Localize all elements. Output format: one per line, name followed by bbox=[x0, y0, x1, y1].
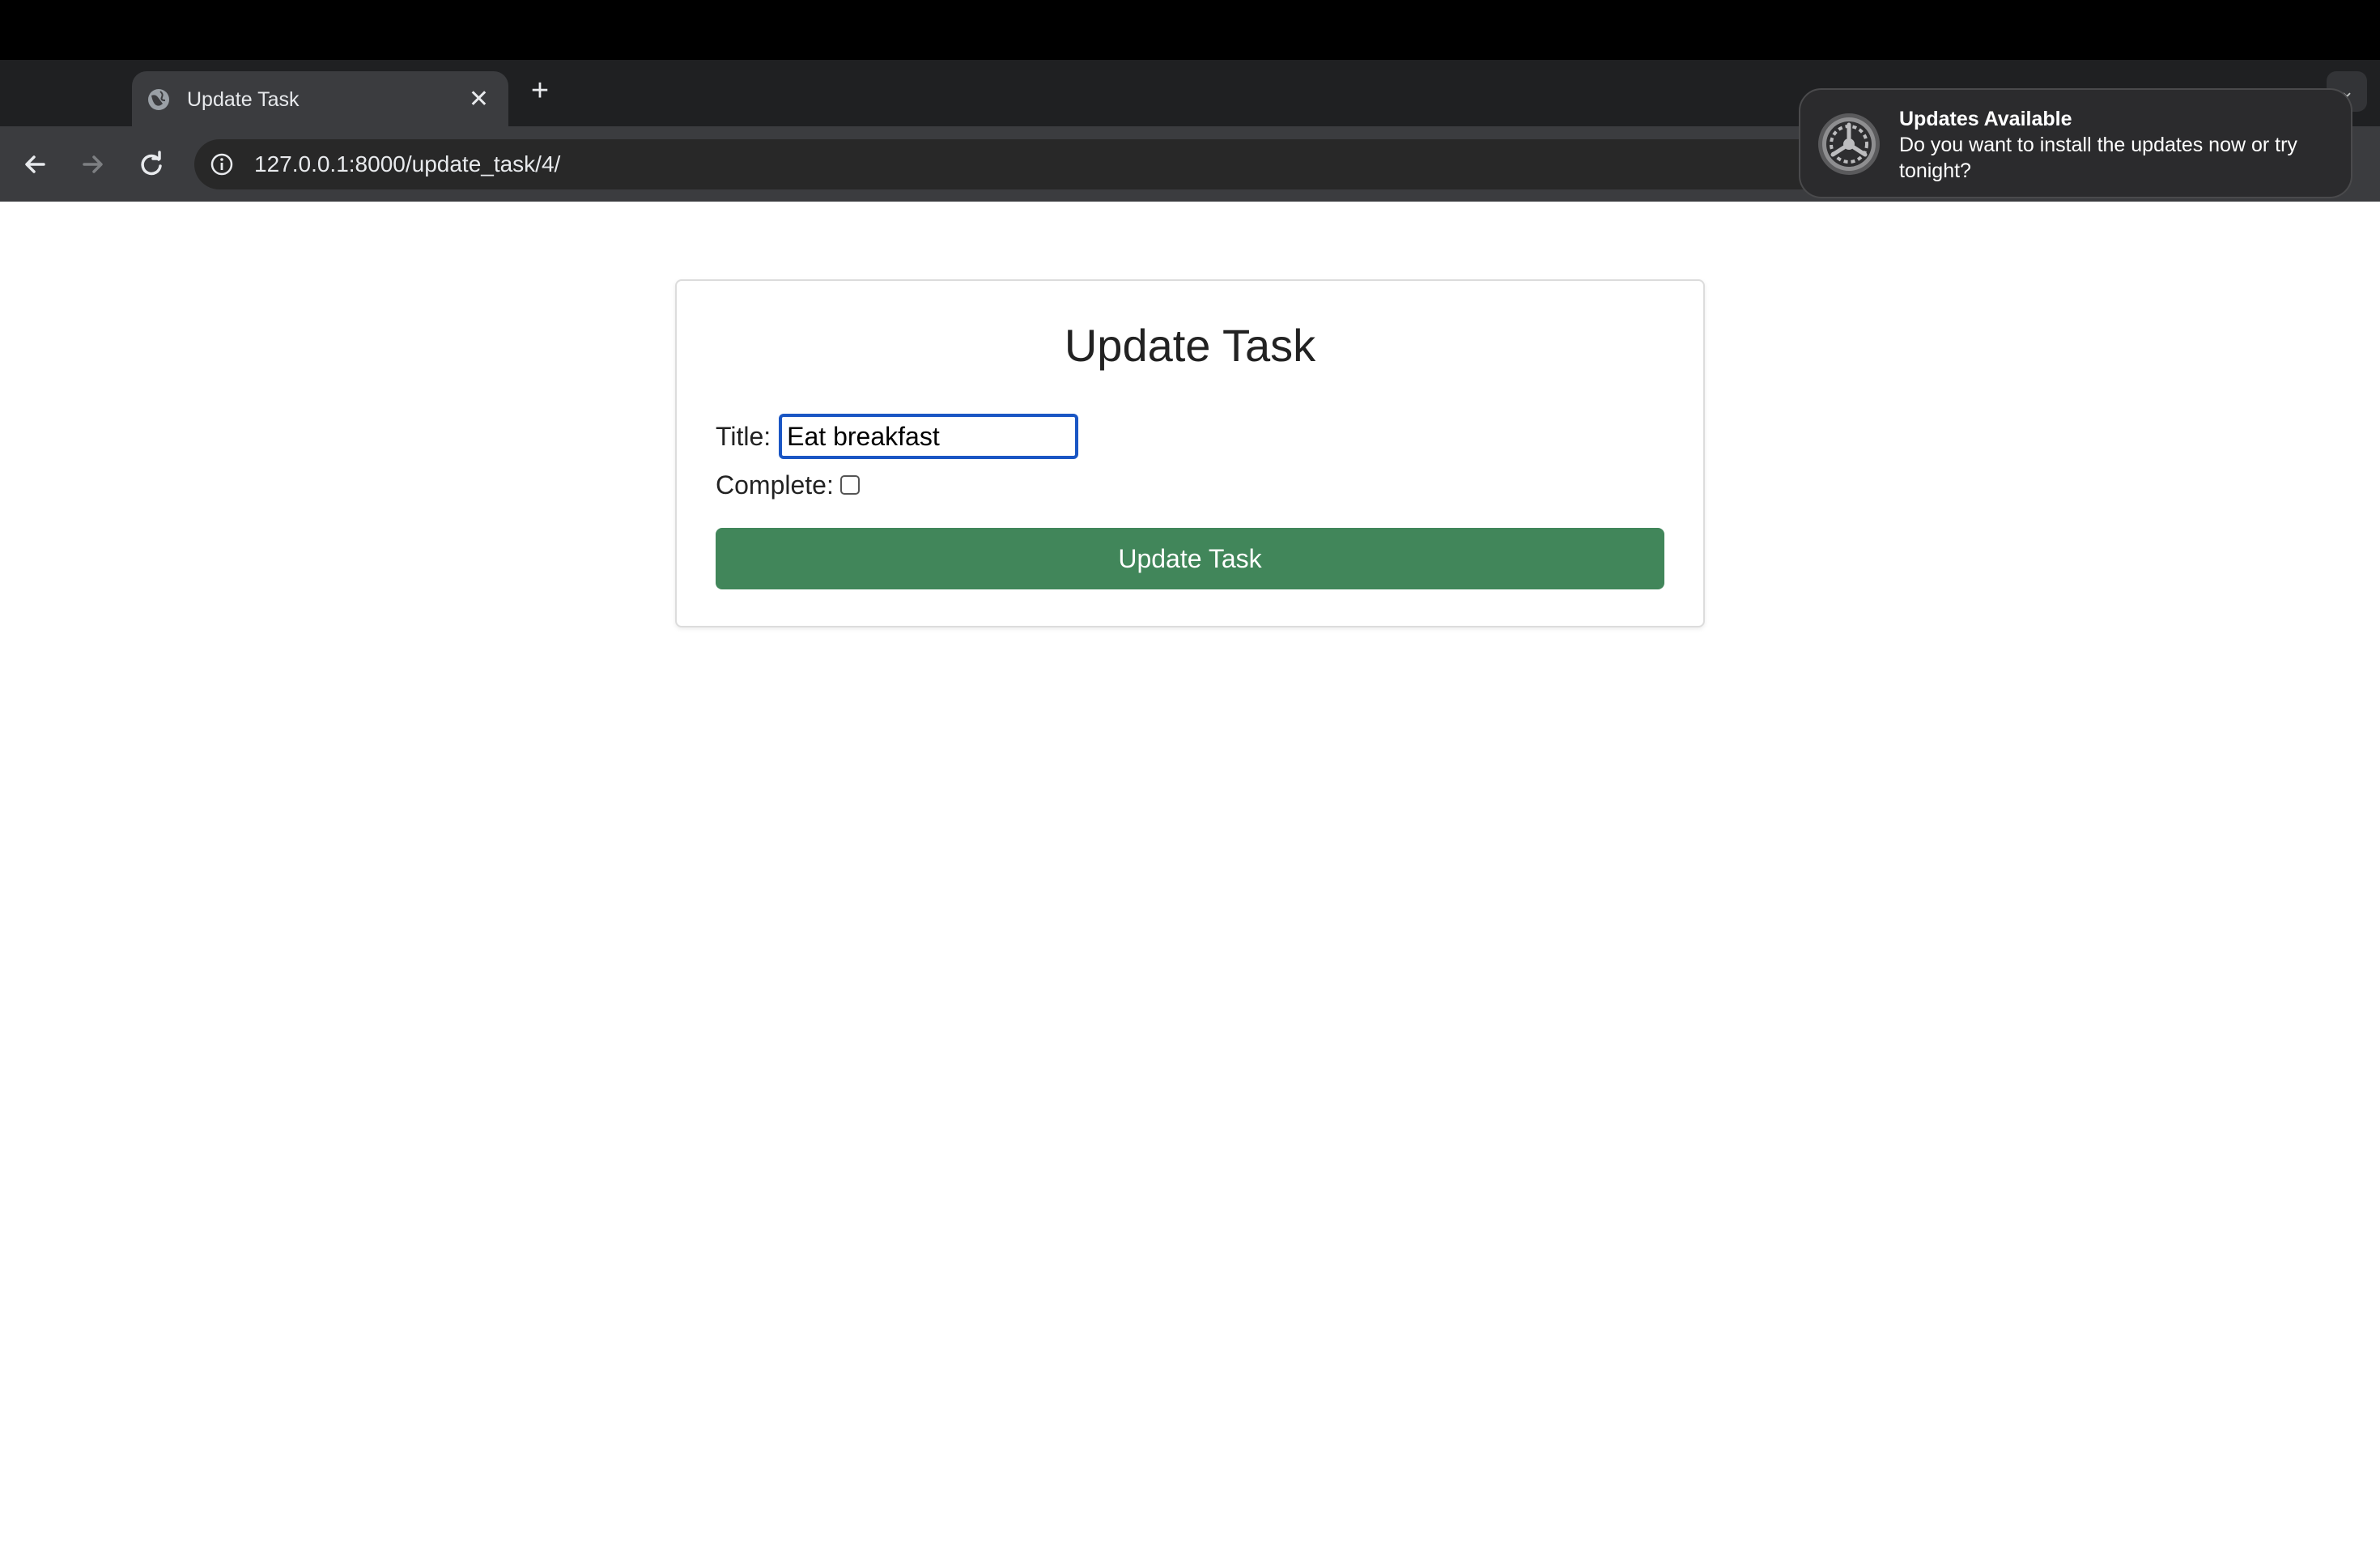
complete-label: Complete: bbox=[716, 470, 834, 500]
address-bar[interactable]: 127.0.0.1:8000/update_task/4/ bbox=[194, 139, 1878, 189]
update-task-button[interactable]: Update Task bbox=[716, 528, 1664, 589]
system-notification[interactable]: Updates Available Do you want to install… bbox=[1799, 88, 2352, 198]
system-settings-gear-icon bbox=[1818, 113, 1880, 175]
new-tab-icon[interactable]: + bbox=[524, 74, 556, 107]
reload-icon[interactable] bbox=[134, 147, 169, 182]
title-label: Title: bbox=[716, 421, 771, 451]
title-input[interactable] bbox=[779, 414, 1079, 459]
tab-title: Update Task bbox=[187, 87, 300, 111]
forward-arrow-icon[interactable] bbox=[74, 147, 110, 182]
page-title: Update Task bbox=[1064, 320, 1316, 371]
complete-checkbox[interactable] bbox=[839, 475, 860, 495]
site-info-icon[interactable] bbox=[207, 150, 236, 179]
back-arrow-icon[interactable] bbox=[18, 147, 53, 182]
close-icon[interactable]: ✕ bbox=[469, 87, 489, 112]
update-task-card: Update Task Title: Complete: Update Task bbox=[675, 279, 1705, 627]
notification-body: Do you want to install the updates now o… bbox=[1899, 134, 2297, 182]
title-row: Title: bbox=[716, 414, 1079, 459]
globe-icon bbox=[148, 89, 169, 110]
browser-tab-active[interactable]: Update Task ✕ bbox=[132, 71, 508, 128]
notification-title: Updates Available bbox=[1899, 108, 2072, 130]
complete-row: Complete: bbox=[716, 469, 860, 501]
screen-top-bar bbox=[0, 0, 2380, 60]
url-text: 127.0.0.1:8000/update_task/4/ bbox=[254, 151, 561, 176]
